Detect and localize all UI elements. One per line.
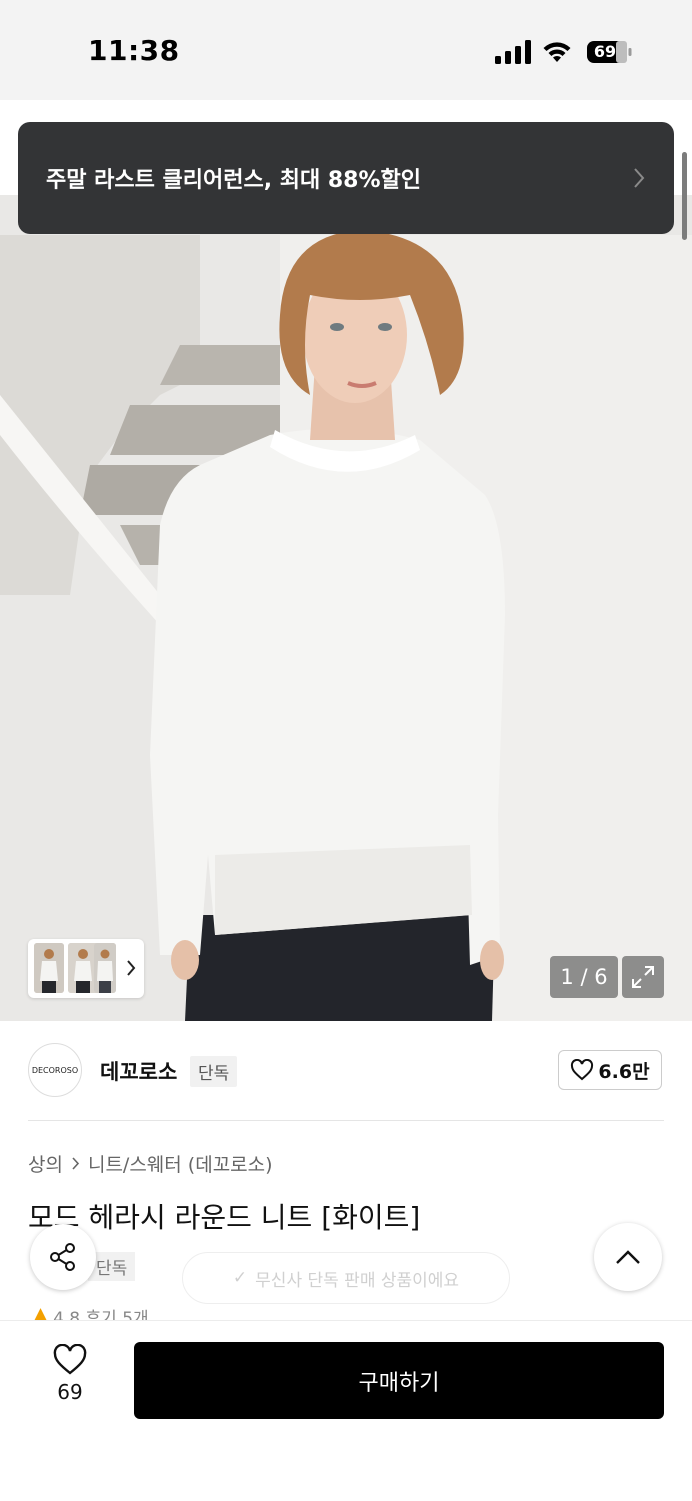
- check-icon: ✓: [232, 1268, 248, 1288]
- scroll-top-button[interactable]: [594, 1223, 662, 1291]
- thumbnail-3[interactable]: [94, 943, 116, 993]
- brand-name[interactable]: 데꼬로소: [100, 1056, 177, 1086]
- chevron-right-icon: [634, 168, 645, 188]
- rating-row[interactable]: ▲ 4.8 후기 5개: [34, 1304, 149, 1320]
- chevron-right-icon: [72, 1157, 80, 1170]
- share-button[interactable]: [30, 1224, 96, 1290]
- thumbnail-strip[interactable]: [28, 939, 144, 998]
- chevron-right-icon: [127, 960, 136, 976]
- breadcrumb: 상의 니트/스웨터 (데꼬로소): [28, 1150, 273, 1177]
- thumbnail-1[interactable]: [34, 943, 64, 993]
- status-time: 11:38: [88, 34, 180, 67]
- product-title: 모드 헤라시 라운드 니트 [화이트]: [28, 1201, 421, 1234]
- exclusive-badge: 단독: [190, 1056, 238, 1087]
- promo-banner-text: 주말 라스트 클리어런스, 최대 88%할인: [46, 168, 422, 193]
- product-image[interactable]: [0, 195, 692, 1021]
- like-count: 69: [57, 1380, 83, 1404]
- breadcrumb-category[interactable]: 상의: [28, 1150, 63, 1177]
- battery-icon: 69: [586, 40, 632, 64]
- divider: [28, 1120, 664, 1121]
- cellular-signal-icon: [495, 40, 531, 64]
- image-counter: 1 / 6: [550, 956, 618, 998]
- star-icon: ▲: [34, 1304, 48, 1320]
- brand-like-count: 6.6만: [598, 1060, 650, 1083]
- exclusive-notice: ✓ 무신사 단독 판매 상품이에요: [182, 1252, 510, 1304]
- heart-icon: [571, 1059, 594, 1081]
- wifi-icon: [543, 42, 571, 62]
- breadcrumb-subcategory[interactable]: 니트/스웨터 (데꼬로소): [88, 1150, 273, 1177]
- rating-summary: 4.8 후기 5개: [53, 1309, 149, 1320]
- like-button[interactable]: 69: [40, 1344, 100, 1404]
- chevron-up-icon: [616, 1250, 640, 1264]
- expand-icon: [632, 966, 654, 988]
- brand-logo[interactable]: DECOROSO: [28, 1043, 82, 1097]
- battery-level: 69: [593, 42, 617, 61]
- fullscreen-button[interactable]: [622, 956, 664, 998]
- scrollbar[interactable]: [682, 152, 687, 240]
- brand-like-button[interactable]: 6.6만: [558, 1050, 662, 1090]
- share-icon: [50, 1243, 75, 1271]
- heart-icon: [53, 1344, 87, 1375]
- exclusive-notice-text: 무신사 단독 판매 상품이에요: [255, 1270, 460, 1291]
- promo-banner[interactable]: 주말 라스트 클리어런스, 최대 88%할인: [18, 122, 674, 234]
- product-photo: [0, 195, 692, 1021]
- buy-button[interactable]: 구매하기: [134, 1342, 664, 1419]
